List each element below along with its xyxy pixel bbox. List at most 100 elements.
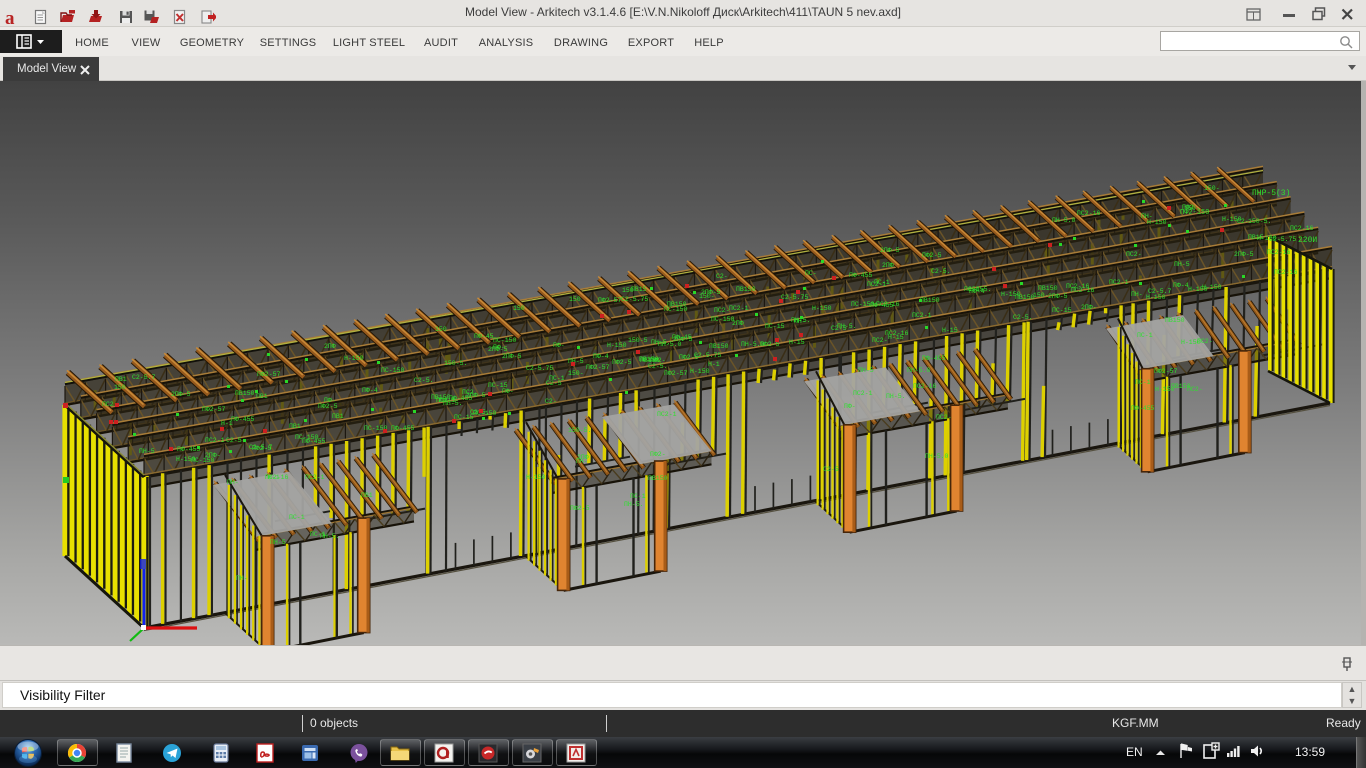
svg-text:ПС2-16: ПС2-16 [1071,287,1095,294]
svg-text:ПФ2-5: ПФ2-5 [318,403,338,410]
svg-text:150: 150 [435,326,447,333]
svg-text:Н-150: Н-150 [812,305,832,312]
svg-text:С2-5.: С2-5. [648,363,668,370]
svg-text:150-5.: 150-5. [968,286,991,293]
svg-text:ПН-5.0: ПН-5.0 [907,367,931,374]
svg-text:ПВ150: ПВ150 [736,286,756,293]
svg-text:ПС-: ПС- [805,270,817,277]
svg-text:ПС-1: ПС-1 [1135,379,1151,386]
svg-text:ПВ1: ПВ1 [256,393,268,400]
svg-text:ПС-1: ПС-1 [289,514,305,521]
svg-text:150-5: 150-5 [628,337,648,344]
svg-text:ПФ2-5: ПФ2-5 [922,252,942,259]
svg-text:С2-5: С2-5 [226,437,242,444]
svg-text:Н-1: Н-1 [708,361,720,368]
svg-text:ПФ-45: ПФ-45 [474,333,494,340]
svg-text:ПФ-: ПФ- [844,403,856,410]
svg-text:ПФ-4: ПФ-4 [1173,282,1189,289]
svg-text:ПВ1: ПВ1 [115,376,127,383]
svg-text:С2-: С2- [716,273,728,280]
svg-text:ПН-: ПН- [1131,291,1143,298]
svg-text:ПС2-16: ПС2-16 [265,474,289,481]
svg-text:ПВ15: ПВ15 [1248,234,1264,241]
svg-text:С2-5.75: С2-5.75 [526,365,553,372]
svg-text:ПФ2-57: ПФ2-57 [586,364,610,371]
svg-text:2ПФ-5: 2ПФ-5 [466,392,486,399]
svg-text:150: 150 [569,296,581,303]
svg-text:ПФ2-57: ПФ2-57 [664,370,688,377]
svg-text:2ПФ-5: 2ПФ-5 [171,391,191,398]
svg-text:ПС-1: ПС-1 [1137,332,1153,339]
svg-text:2ПФ-5: 2ПФ-5 [1048,293,1068,300]
svg-text:ПФ-455: ПФ-455 [922,355,946,362]
svg-text:ПН-5: ПН-5 [139,448,155,455]
svg-text:ПС2-: ПС2- [1126,251,1142,258]
svg-text:ПС2-1: ПС2-1 [1109,279,1129,286]
svg-text:ПС2-1: ПС2-1 [853,390,873,397]
svg-text:ПФ-: ПФ- [502,388,514,395]
svg-text:Н-15: Н-15 [789,339,805,346]
svg-text:ПС2-16: ПС2-16 [1290,225,1314,232]
svg-text:ПС2-: ПС2- [714,307,730,314]
svg-text:ПФ2-5: ПФ2-5 [252,445,272,452]
svg-text:ПФ-455: ПФ-455 [177,446,201,453]
svg-text:ПН-5.0: ПН-5.0 [925,453,949,460]
svg-text:ПФ2-57: ПФ2-57 [257,371,281,378]
svg-text:ПС2-1: ПС2-1 [305,474,325,481]
svg-text:2ПФ-: 2ПФ- [1081,304,1097,311]
svg-text:ПН-5: ПН-5 [1174,261,1190,268]
svg-text:ПС-15: ПС-15 [765,323,785,330]
svg-text:Н-150: Н-150 [526,474,546,481]
svg-text:ПВ1: ПВ1 [361,492,373,499]
svg-text:ПФ2-5: ПФ2-5 [679,354,699,361]
svg-text:Н-150: Н-150 [344,355,364,362]
svg-text:Н-150: Н-150 [1001,291,1021,298]
svg-text:ПС2-1: ПС2-1 [657,411,677,418]
svg-text:ПН-5.: ПН-5. [624,501,644,508]
svg-text:ПФ-: ПФ- [324,397,336,404]
svg-text:ПФ-4: ПФ-4 [593,353,609,360]
svg-text:ПВ150: ПВ150 [1165,317,1185,324]
svg-text:ПФ-: ПФ- [553,342,565,349]
svg-text:ПВ150: ПВ150 [709,343,729,350]
svg-text:ПФ-455: ПФ-455 [849,272,873,279]
svg-text:ПН-5.0: ПН-5.0 [1052,217,1076,224]
svg-text:ПС-150: ПС-150 [711,316,735,323]
svg-text:ПН-: ПН- [576,458,588,465]
svg-text:ПВ150: ПВ150 [1038,285,1058,292]
svg-text:ПВ1: ПВ1 [332,413,344,420]
svg-text:150-: 150- [568,370,584,377]
svg-text:ПС-15: ПС-15 [1052,307,1072,314]
svg-text:2ПФ: 2ПФ [882,262,894,269]
svg-text:ПС2-: ПС2- [872,337,888,344]
svg-text:ПФ2-: ПФ2- [650,451,666,458]
svg-text:150-: 150- [1204,185,1220,192]
svg-text:С2-5: С2-5 [823,466,839,473]
svg-text:ПФ2-150: ПФ2-150 [1180,209,1209,217]
svg-text:ПФ2-57: ПФ2-57 [598,297,622,304]
svg-text:ПС2-1: ПС2-1 [205,437,225,444]
svg-text:ПС2-1: ПС2-1 [912,312,932,319]
svg-text:С2-5.: С2-5. [1013,314,1033,321]
svg-text:ПС-150: ПС-150 [473,410,497,417]
svg-text:220И: 220И [1298,236,1317,245]
svg-text:ПС-150: ПС-150 [381,367,405,374]
svg-text:С2-5.75: С2-5.75 [621,296,648,303]
svg-text:ПФ2-5: ПФ2-5 [570,505,590,512]
svg-text:Н-15: Н-15 [942,327,958,334]
svg-text:150-5.: 150-5. [444,360,467,367]
svg-text:ПВ1: ПВ1 [289,423,301,430]
svg-text:150: 150 [513,305,525,312]
svg-text:ПС2-: ПС2- [936,414,952,421]
svg-text:ПС2-16: ПС2-16 [913,383,937,390]
svg-text:150-: 150- [699,293,715,300]
svg-text:ПФ-4: ПФ-4 [362,387,378,394]
svg-text:ПС2-1: ПС2-1 [729,305,749,312]
svg-text:ПВ15: ПВ15 [631,286,647,293]
svg-text:ПФ-455: ПФ-455 [302,438,326,445]
svg-text:ПФ2-5: ПФ2-5 [612,359,632,366]
svg-text:ПН-5.: ПН-5. [320,533,340,540]
svg-text:ПФ-455: ПФ-455 [1131,405,1155,412]
svg-text:ПН-: ПН- [227,479,239,486]
svg-text:ПС-150: ПС-150 [493,337,517,344]
